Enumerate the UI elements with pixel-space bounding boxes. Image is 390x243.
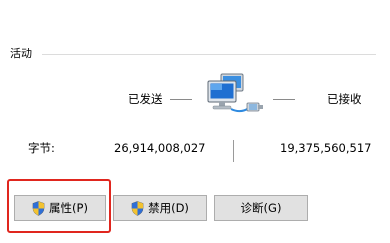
activity-section-title: 活动 [10, 47, 32, 60]
bytes-divider [233, 140, 234, 162]
received-label: 已接收 [327, 92, 362, 106]
disable-button[interactable]: 禁用(D) [113, 195, 207, 221]
properties-button[interactable]: 属性(P) [14, 195, 106, 221]
received-dash [273, 99, 295, 100]
network-status-dialog: 活动 已发送 已接收 字节: 26,914,008,027 19,375,560… [0, 0, 390, 243]
sent-label: 已发送 [128, 92, 163, 106]
sent-dash [170, 99, 192, 100]
section-divider [42, 54, 376, 55]
bytes-sent-value: 26,914,008,027 [114, 141, 206, 155]
uac-shield-icon [32, 200, 45, 216]
bytes-received-value: 19,375,560,517 [280, 141, 372, 155]
properties-button-label: 属性(P) [49, 201, 88, 215]
diagnose-button-label: 诊断(G) [240, 201, 282, 215]
uac-shield-icon [131, 200, 144, 216]
diagnose-button[interactable]: 诊断(G) [214, 195, 308, 221]
bytes-label: 字节: [28, 141, 55, 155]
disable-button-label: 禁用(D) [148, 201, 189, 215]
network-computer-icon [207, 73, 263, 113]
